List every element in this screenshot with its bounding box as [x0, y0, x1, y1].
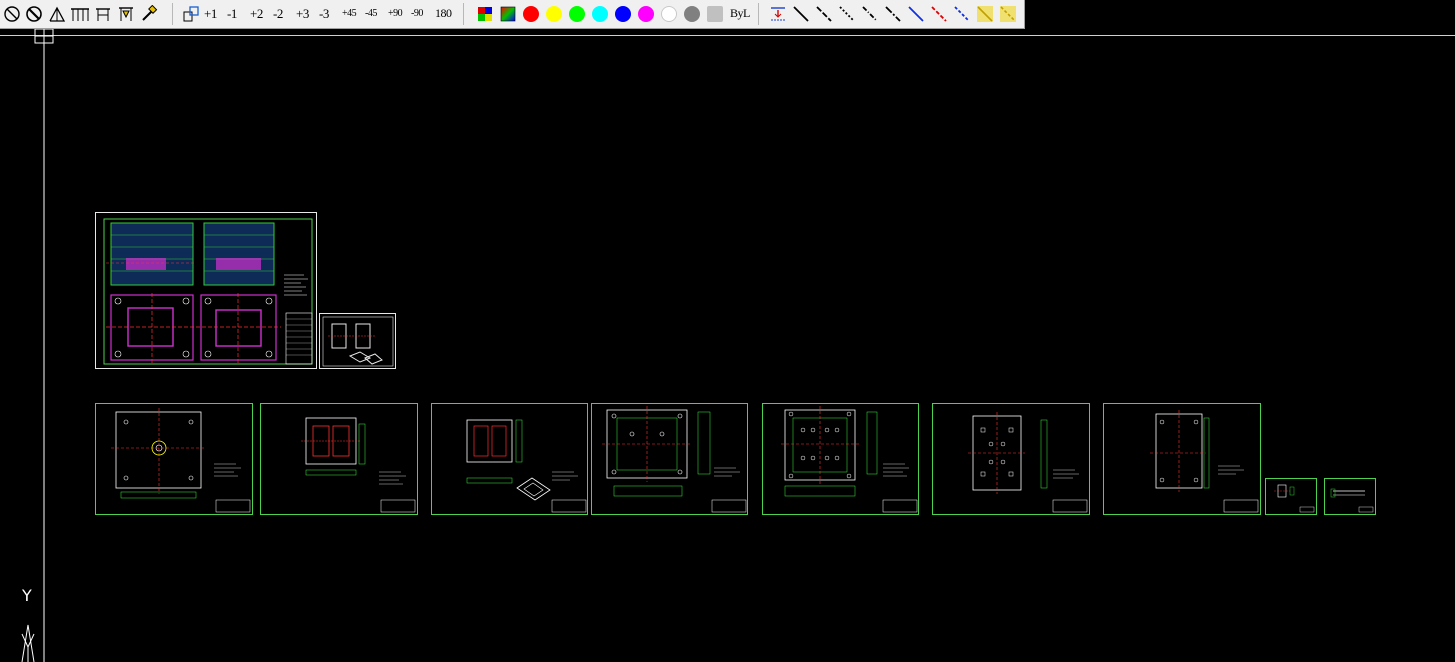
linetype-match-icon[interactable] — [768, 4, 788, 24]
line-yellow-icon[interactable] — [975, 4, 995, 24]
line-blue-icon[interactable] — [906, 4, 926, 24]
color-green-button[interactable] — [569, 6, 585, 22]
ejector-plate-drawing-icon — [1150, 410, 1259, 513]
hatch-frame-icon[interactable] — [116, 4, 136, 24]
color-yellow-button[interactable] — [546, 6, 562, 22]
line-dashed-icon[interactable] — [814, 4, 834, 24]
pencil-tool-icon[interactable] — [139, 4, 159, 24]
circle-slash-bold-icon[interactable] — [24, 4, 44, 24]
canvas-top-edge — [0, 35, 1455, 36]
line-center-icon[interactable] — [883, 4, 903, 24]
cad-toolbar: +1 -1 +2 -2 +3 -3 +45 -45 +90 -90 180 By… — [0, 0, 1025, 29]
part-drawing-icon — [322, 316, 394, 367]
rotate-plus-45-button[interactable]: +45 — [342, 8, 357, 19]
drawing-sheet-plate-1[interactable] — [95, 403, 253, 515]
cavity-drawing-icon — [301, 417, 416, 513]
rotate-plus-1-button[interactable]: +1 — [204, 6, 217, 22]
drawing-sheet-ejector-plate[interactable] — [1103, 403, 1261, 515]
a-plate-drawing-icon — [602, 406, 747, 513]
core-drawing-icon — [466, 419, 587, 513]
drawing-sheet-part[interactable] — [319, 313, 396, 369]
drawing-sheet-a-plate[interactable] — [591, 403, 748, 515]
drawing-sheet-small-2[interactable] — [1324, 478, 1376, 515]
drawing-sheet-core[interactable] — [431, 403, 588, 515]
assembly-drawing-icon — [103, 218, 313, 365]
drawing-sheet-small-1[interactable] — [1265, 478, 1317, 515]
rotate-minus-2-button[interactable]: -2 — [273, 6, 283, 22]
line-yellow-dashed-icon[interactable] — [998, 4, 1018, 24]
line-dashdot-icon[interactable] — [860, 4, 880, 24]
b-plate-drawing-icon — [781, 406, 918, 513]
true-color-icon[interactable] — [498, 4, 518, 24]
circle-slash-icon[interactable] — [2, 4, 22, 24]
drawing-sheet-b-plate[interactable] — [762, 403, 919, 515]
color-cyan-button[interactable] — [592, 6, 608, 22]
color-bylayer-button[interactable]: ByL — [730, 6, 750, 21]
ucs-axis — [21, 29, 54, 662]
drawing-sheet-cavity[interactable] — [260, 403, 418, 515]
line-blue-dashed-icon[interactable] — [952, 4, 972, 24]
rotate-minus-1-button[interactable]: -1 — [227, 6, 237, 22]
color-gray-button[interactable] — [684, 6, 700, 22]
pin-drawing-icon — [1330, 488, 1374, 513]
plate-drawing-icon — [111, 408, 251, 513]
rotate-plus-3-button[interactable]: +3 — [296, 6, 309, 22]
rotate-minus-90-button[interactable]: -90 — [411, 8, 423, 19]
frame-tool-icon[interactable] — [93, 4, 113, 24]
rotate-plus-90-button[interactable]: +90 — [388, 8, 403, 19]
angle-tool-icon[interactable] — [47, 4, 67, 24]
color-magenta-button[interactable] — [638, 6, 654, 22]
rotate-180-button[interactable]: 180 — [435, 6, 452, 21]
support-plate-drawing-icon — [968, 412, 1088, 513]
line-red-dashed-icon[interactable] — [929, 4, 949, 24]
line-continuous-icon[interactable] — [791, 4, 811, 24]
drawing-sheet-assembly[interactable] — [95, 212, 317, 369]
rotate-minus-3-button[interactable]: -3 — [319, 6, 329, 22]
rotate-minus-45-button[interactable]: -45 — [365, 8, 377, 19]
line-dotted-icon[interactable] — [837, 4, 857, 24]
color-red-button[interactable] — [523, 6, 539, 22]
color-palette-icon[interactable] — [475, 4, 495, 24]
color-lightgray-button[interactable] — [707, 6, 723, 22]
column-grid-icon[interactable] — [70, 4, 90, 24]
rotate-plus-2-button[interactable]: +2 — [250, 6, 263, 22]
small-part-drawing-icon — [1274, 484, 1315, 513]
drawing-sheet-support-plate[interactable] — [932, 403, 1090, 515]
color-white-button[interactable] — [661, 6, 677, 22]
rotate-copy-icon[interactable] — [181, 4, 201, 24]
ucs-y-label: Y — [22, 586, 32, 605]
color-blue-button[interactable] — [615, 6, 631, 22]
